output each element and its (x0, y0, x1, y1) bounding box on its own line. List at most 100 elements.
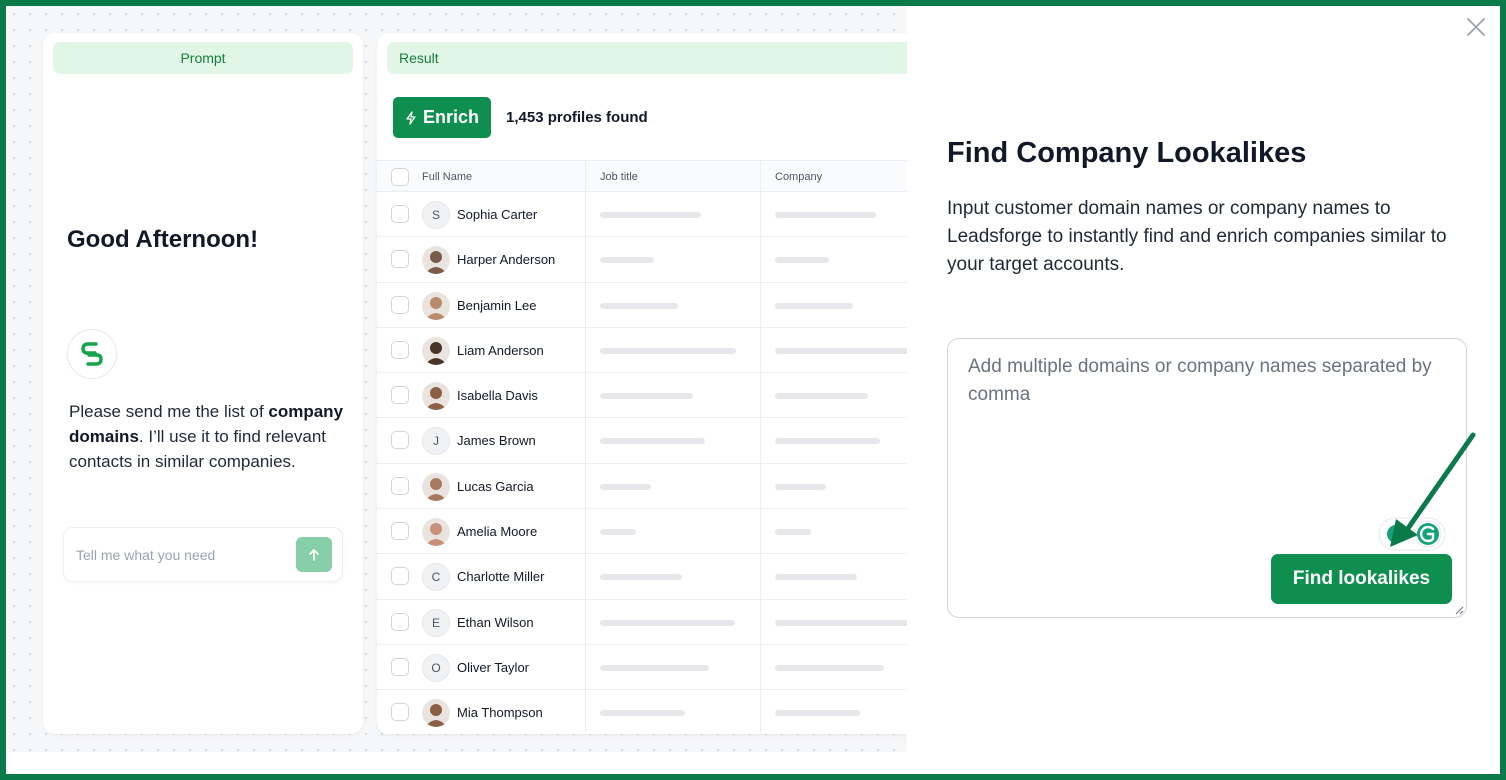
company-placeholder (775, 483, 826, 490)
greeting-text: Good Afternoon! (67, 226, 259, 253)
table-row[interactable]: S Sophia Carter (377, 192, 907, 238)
table-row[interactable]: Benjamin Lee (377, 283, 907, 328)
table-body: S Sophia Carter Harper Anderson Benjamin Le… (377, 192, 907, 736)
column-divider (585, 160, 586, 735)
column-header-full-name: Full Name (422, 171, 473, 183)
job-title-placeholder (600, 212, 701, 218)
job-title-placeholder (600, 710, 685, 717)
prompt-input[interactable] (76, 540, 286, 570)
company-placeholder (775, 529, 811, 536)
person-name: Sophia Carter (457, 207, 538, 222)
job-title-placeholder (600, 619, 735, 626)
table-row[interactable]: C Charlotte Miller (377, 554, 907, 600)
company-placeholder (775, 257, 829, 264)
avatar (422, 336, 450, 365)
select-all-checkbox[interactable] (391, 168, 409, 186)
prompt-input-container (63, 527, 343, 582)
row-checkbox[interactable] (391, 612, 409, 631)
column-divider (760, 160, 761, 735)
bolt-icon (406, 110, 416, 125)
row-checkbox[interactable] (391, 205, 409, 223)
send-button[interactable] (296, 537, 332, 572)
avatar (422, 246, 450, 275)
avatar (422, 472, 450, 501)
row-checkbox[interactable] (391, 250, 409, 269)
person-name: Benjamin Lee (457, 297, 537, 313)
table-row[interactable]: Amelia Moore (377, 509, 907, 555)
column-header-job-title: Job title (600, 171, 638, 183)
row-checkbox[interactable] (391, 703, 409, 722)
prompt-header: Prompt (53, 42, 353, 74)
profiles-table: Full Name Job title Company S Sophia Cart… (377, 160, 907, 736)
panel-title: Find Company Lookalikes (947, 137, 1307, 169)
table-row[interactable]: Harper Anderson (377, 237, 907, 283)
table-row[interactable]: Liam Anderson (377, 328, 907, 374)
avatar: J (422, 427, 450, 456)
row-checkbox[interactable] (391, 431, 409, 450)
assistant-message: Please send me the list of company domai… (69, 402, 344, 471)
avatar (422, 699, 450, 728)
avatar (422, 518, 450, 547)
arrow-up-icon (309, 548, 319, 561)
result-card: Result Enrich 1,453 profiles found Full … (377, 33, 907, 736)
job-title-placeholder (600, 438, 705, 445)
avatar: C (422, 563, 450, 592)
job-title-placeholder (600, 664, 709, 671)
panel-description: Input customer domain names or company n… (947, 198, 1447, 275)
table-row[interactable]: O Oliver Taylor (377, 645, 907, 691)
table-row[interactable]: J James Brown (377, 418, 907, 464)
table-row[interactable]: Lucas Garcia (377, 464, 907, 510)
avatar: E (422, 608, 450, 637)
row-checkbox[interactable] (391, 476, 409, 495)
row-checkbox[interactable] (391, 295, 409, 314)
close-icon[interactable] (1465, 16, 1487, 38)
brand-logo-icon (67, 329, 117, 379)
column-header-company: Company (775, 171, 823, 183)
find-lookalikes-button[interactable]: Find lookalikes (1271, 554, 1452, 604)
enrich-button[interactable]: Enrich (393, 97, 491, 138)
table-row[interactable]: Isabella Davis (377, 373, 907, 419)
person-name: Lucas Garcia (457, 478, 534, 494)
row-checkbox[interactable] (391, 340, 409, 359)
result-header: Result (387, 42, 907, 74)
row-checkbox[interactable] (391, 522, 409, 541)
prompt-card: Prompt Good Afternoon! Please send me th… (43, 33, 363, 734)
company-placeholder (775, 574, 857, 581)
job-title-placeholder (600, 347, 736, 354)
job-title-placeholder (600, 574, 682, 581)
job-title-placeholder (600, 529, 636, 536)
company-placeholder (775, 212, 876, 218)
company-placeholder (775, 438, 880, 445)
person-name: Mia Thompson (457, 705, 543, 721)
person-name: Oliver Taylor (457, 659, 530, 675)
domains-textarea[interactable] (968, 353, 1438, 513)
avatar: S (422, 201, 450, 229)
annotation-arrow-icon (1390, 432, 1476, 547)
company-placeholder (775, 302, 853, 309)
row-checkbox[interactable] (391, 567, 409, 586)
row-checkbox[interactable] (391, 657, 409, 676)
person-name: Amelia Moore (457, 524, 538, 540)
person-name: Ethan Wilson (457, 614, 534, 630)
company-placeholder (775, 619, 907, 626)
job-title-placeholder (600, 483, 651, 490)
company-placeholder (775, 664, 884, 671)
avatar (422, 291, 450, 320)
person-name: Harper Anderson (457, 252, 556, 268)
company-placeholder (775, 710, 860, 717)
row-checkbox[interactable] (391, 386, 409, 405)
person-name: James Brown (457, 433, 536, 449)
resize-handle-icon[interactable] (1454, 605, 1464, 615)
profiles-count: 1,453 profiles found (506, 109, 648, 126)
person-name: Liam Anderson (457, 342, 544, 358)
avatar: O (422, 653, 450, 682)
company-placeholder (775, 393, 868, 400)
person-name: Isabella Davis (457, 388, 538, 404)
table-row[interactable]: Mia Thompson (377, 690, 907, 736)
job-title-placeholder (600, 393, 693, 400)
person-name: Charlotte Miller (457, 569, 545, 585)
company-placeholder (775, 347, 907, 354)
avatar (422, 382, 450, 411)
table-row[interactable]: E Ethan Wilson (377, 600, 907, 645)
canvas-background: Prompt Good Afternoon! Please send me th… (6, 6, 907, 752)
